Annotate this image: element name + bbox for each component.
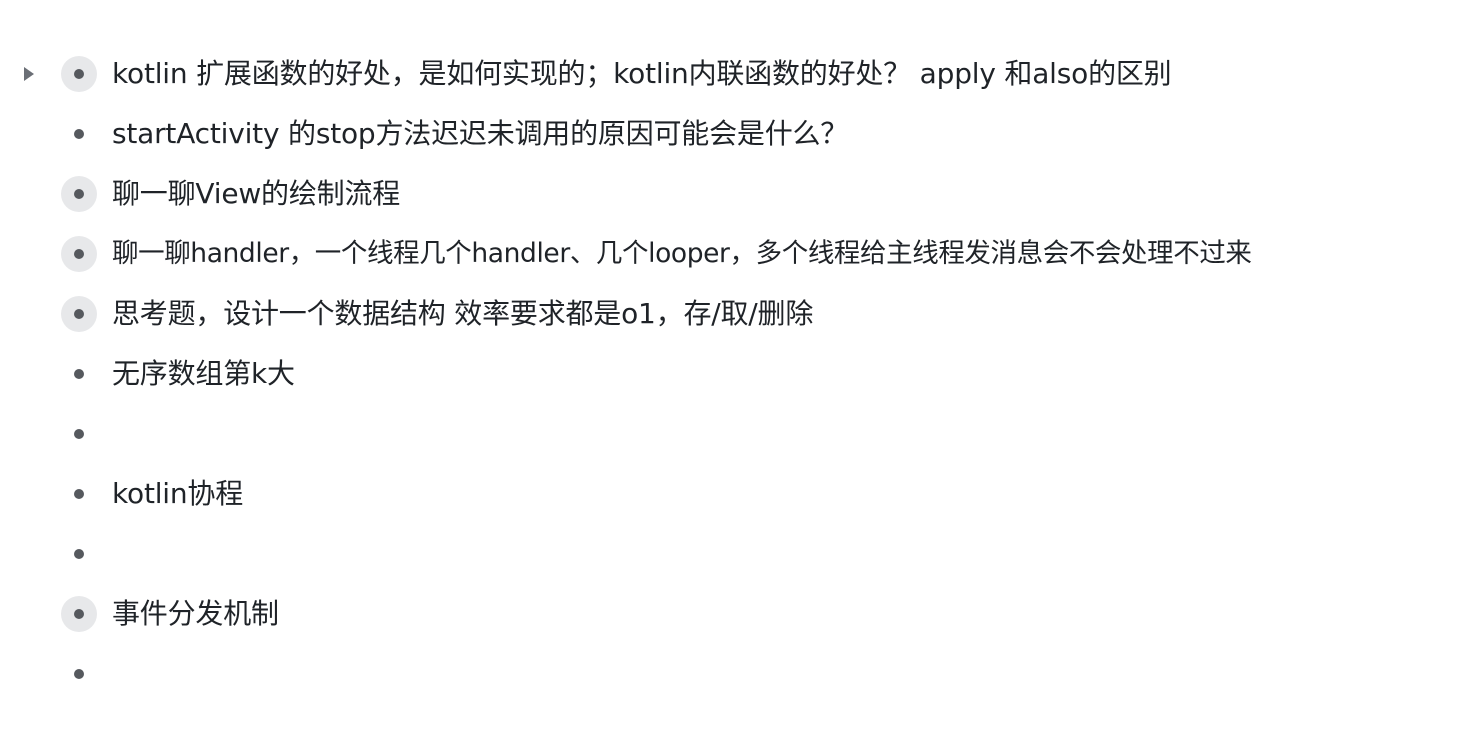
bullet-icon[interactable] (61, 476, 97, 512)
bullet-dot (74, 429, 84, 439)
bullet-icon[interactable] (61, 116, 97, 152)
bullet-icon[interactable] (61, 536, 97, 572)
list-item-text[interactable]: 思考题，设计一个数据结构 效率要求都是o1，存/取/删除 (112, 284, 813, 344)
list-item (0, 644, 1482, 704)
list-item: 聊一聊View的绘制流程 (0, 164, 1482, 224)
bullet-dot (74, 249, 84, 259)
bullet-dot (74, 669, 84, 679)
list-item-text[interactable]: kotlin协程 (112, 464, 243, 524)
list-item-text[interactable]: kotlin 扩展函数的好处，是如何实现的；kotlin内联函数的好处？ app… (112, 44, 1172, 104)
list-item (0, 404, 1482, 464)
bullet-icon[interactable] (61, 56, 97, 92)
bullet-dot (74, 549, 84, 559)
list-item-text[interactable]: 聊一聊handler，一个线程几个handler、几个looper，多个线程给主… (112, 224, 1252, 284)
bullet-icon[interactable] (61, 176, 97, 212)
list-item: 聊一聊handler，一个线程几个handler、几个looper，多个线程给主… (0, 224, 1482, 284)
bullet-dot (74, 189, 84, 199)
list-item: kotlin协程 (0, 464, 1482, 524)
bullet-icon[interactable] (61, 656, 97, 692)
list-item: startActivity 的stop方法迟迟未调用的原因可能会是什么？ (0, 104, 1482, 164)
bullet-dot (74, 609, 84, 619)
list-item: 无序数组第k大 (0, 344, 1482, 404)
bullet-icon[interactable] (61, 596, 97, 632)
list-item (0, 524, 1482, 584)
bullet-dot (74, 489, 84, 499)
list-item-text[interactable]: startActivity 的stop方法迟迟未调用的原因可能会是什么？ (112, 104, 848, 164)
list-item-text[interactable]: 聊一聊View的绘制流程 (112, 164, 400, 224)
bullet-dot (74, 129, 84, 139)
bullet-icon[interactable] (61, 416, 97, 452)
bullet-dot (74, 69, 84, 79)
caret-right-icon[interactable] (24, 67, 34, 81)
bullet-icon[interactable] (61, 356, 97, 392)
list-item-text[interactable]: 事件分发机制 (112, 584, 279, 644)
bullet-dot (74, 369, 84, 379)
list-item: kotlin 扩展函数的好处，是如何实现的；kotlin内联函数的好处？ app… (0, 44, 1482, 104)
bullet-icon[interactable] (61, 236, 97, 272)
list-item: 事件分发机制 (0, 584, 1482, 644)
list-item: 思考题，设计一个数据结构 效率要求都是o1，存/取/删除 (0, 284, 1482, 344)
bullet-dot (74, 309, 84, 319)
list-item-text[interactable]: 无序数组第k大 (112, 344, 295, 404)
outline-list: kotlin 扩展函数的好处，是如何实现的；kotlin内联函数的好处？ app… (0, 44, 1482, 704)
bullet-icon[interactable] (61, 296, 97, 332)
